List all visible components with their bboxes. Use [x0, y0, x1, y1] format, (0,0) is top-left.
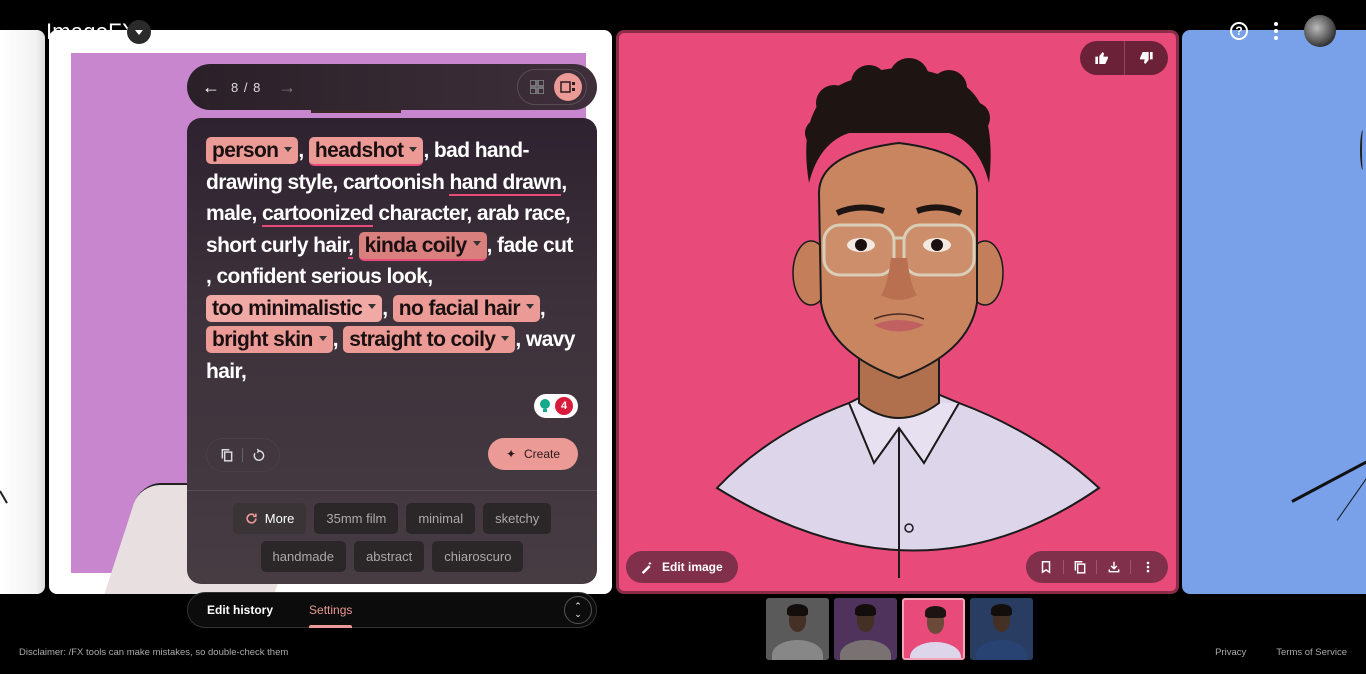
style-suggestion-chip[interactable]: sketchy: [483, 503, 552, 534]
single-view-icon[interactable]: [553, 73, 582, 101]
carousel-card-previous[interactable]: [0, 30, 45, 594]
lightbulb-icon: [539, 399, 551, 413]
arrow-right-icon[interactable]: →: [277, 77, 297, 98]
prompt-chip[interactable]: straight to coily: [343, 326, 516, 353]
prompt-chip-label: too minimalistic: [212, 296, 363, 320]
style-suggestions: More 35mm film minimal sketchy handmade abst…: [187, 503, 597, 572]
image-counter: 8 / 8: [231, 79, 262, 95]
prompt-text-segment: ,: [539, 296, 546, 320]
tab-settings[interactable]: Settings: [309, 593, 353, 628]
expand-collapse-icon[interactable]: ⌃ ⌄: [564, 596, 592, 624]
prompt-chip-label: person: [212, 139, 279, 162]
suggestion-count-badge: 4: [555, 397, 573, 415]
more-vert-icon[interactable]: [1270, 20, 1282, 42]
style-suggestion-chip[interactable]: minimal: [406, 503, 476, 534]
terms-link[interactable]: Terms of Service: [1276, 647, 1347, 658]
prompt-chip-label: straight to coily: [349, 328, 496, 351]
prompt-chip[interactable]: bright skin: [206, 326, 333, 353]
more-vert-icon[interactable]: [1136, 555, 1160, 579]
more-suggestions-button[interactable]: More: [232, 503, 307, 534]
image-navigator: ← 8 / 8 →: [187, 64, 597, 110]
privacy-link[interactable]: Privacy: [1215, 647, 1246, 658]
reset-icon[interactable]: [247, 443, 271, 467]
magic-wand-icon: [641, 561, 652, 574]
thumbnail-strip: [766, 598, 1033, 660]
prompt-chip[interactable]: person: [206, 137, 299, 164]
prompt-chip-label: kinda coily: [364, 233, 468, 257]
thumbnail-1[interactable]: [766, 598, 829, 660]
chevron-down-icon: [284, 146, 293, 152]
edit-image-button[interactable]: Edit image: [626, 551, 738, 583]
app-switcher-dropdown[interactable]: [127, 20, 151, 44]
download-icon[interactable]: [1102, 555, 1126, 579]
thumbs-down-icon[interactable]: [1125, 41, 1169, 75]
chevron-down-icon: [368, 304, 377, 310]
chevron-down-icon: [318, 335, 327, 341]
prompt-chip[interactable]: no facial hair: [392, 294, 540, 322]
chevron-down-icon: [501, 335, 510, 341]
app-title: ImageFX: [46, 19, 137, 44]
style-suggestion-chip[interactable]: handmade: [260, 541, 346, 572]
thumbs-up-icon[interactable]: [1080, 41, 1124, 75]
bookmark-icon[interactable]: [1034, 555, 1058, 579]
grid-view-icon[interactable]: [523, 73, 551, 101]
tab-edit-history[interactable]: Edit history: [207, 593, 273, 627]
prompt-text-segment: ,: [298, 139, 309, 162]
chevron-down-icon: [472, 241, 481, 247]
top-right-toolbar: ?: [1230, 15, 1336, 47]
prompt-chip-label: no facial hair: [398, 296, 521, 320]
style-suggestion-chip[interactable]: 35mm film: [314, 503, 399, 534]
copy-icon[interactable]: [215, 443, 239, 467]
thumbnail-3[interactable]: [902, 598, 965, 660]
prompt-chip[interactable]: too minimalistic: [206, 294, 383, 322]
thumbnail-4[interactable]: [970, 598, 1033, 660]
prompt-panel: person, headshot, bad hand-drawing style…: [187, 118, 597, 584]
copy-icon[interactable]: [1068, 555, 1092, 579]
disclaimer-text: Disclaimer: /FX tools can make mistakes,…: [19, 647, 289, 658]
refresh-icon: [246, 513, 257, 524]
user-avatar[interactable]: [1304, 15, 1336, 47]
more-label: More: [264, 511, 295, 526]
sparkle-icon: ✦: [505, 447, 517, 461]
image-actions-group: [1026, 551, 1168, 583]
thumbnail-2[interactable]: [834, 598, 897, 660]
rating-group: [1080, 41, 1168, 75]
style-suggestion-chip[interactable]: chiaroscuro: [432, 541, 524, 572]
suggestions-badge[interactable]: 4: [534, 394, 578, 418]
prompt-chip[interactable]: headshot: [308, 137, 424, 166]
create-label: Create: [524, 447, 561, 461]
create-button[interactable]: ✦ Create: [488, 438, 578, 470]
help-circle-icon[interactable]: ?: [1230, 22, 1248, 40]
prompt-chip-label: headshot: [314, 139, 404, 162]
chevron-down-icon: [525, 304, 534, 310]
carousel-card-next[interactable]: [1182, 30, 1366, 594]
prompt-text-segment: ,: [382, 296, 393, 320]
generated-image-portrait: [715, 58, 1101, 578]
flagged-term[interactable]: cartoonized: [261, 202, 374, 227]
panel-tabs: Edit history Settings ⌃ ⌄: [187, 592, 597, 628]
prompt-chip-label: bright skin: [212, 328, 313, 351]
edit-image-label: Edit image: [662, 560, 723, 574]
flagged-term[interactable]: hand drawn: [449, 170, 562, 196]
prompt-text-segment: [353, 234, 358, 257]
prompt-utilities: [206, 438, 280, 472]
prompt-text-segment: ,: [332, 328, 344, 351]
arrow-left-icon[interactable]: ←: [201, 77, 221, 98]
panel-divider: [187, 490, 597, 491]
chevron-down-icon: [409, 146, 418, 152]
carousel-card-selected[interactable]: Edit image: [616, 30, 1179, 594]
style-suggestion-chip[interactable]: abstract: [354, 541, 425, 572]
prompt-chip[interactable]: kinda coily: [358, 231, 487, 261]
view-mode-toggle: [517, 69, 587, 105]
footer-links: Privacy Terms of Service: [1215, 647, 1347, 658]
prompt-editor[interactable]: person, headshot, bad hand-drawing style…: [206, 135, 581, 387]
